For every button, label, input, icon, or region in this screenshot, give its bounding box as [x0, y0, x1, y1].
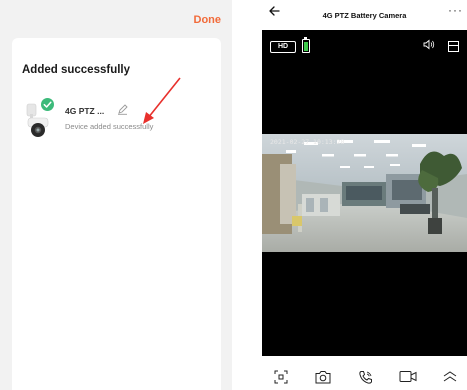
- success-check-icon: [41, 98, 54, 111]
- video-record-icon[interactable]: [399, 370, 417, 383]
- battery-icon: [302, 37, 310, 53]
- fullscreen-icon[interactable]: [274, 370, 288, 384]
- done-button[interactable]: Done: [194, 14, 222, 26]
- office-camera-view: [262, 134, 467, 252]
- video-timestamp: 2021-02-27 10:13:28: [270, 138, 345, 146]
- edit-pencil-icon[interactable]: [117, 104, 128, 115]
- device-name: 4G PTZ ...: [65, 106, 105, 116]
- added-title: Added successfully: [22, 64, 131, 76]
- camera-live-screen: 4G PTZ Battery Camera ··· HD 2021-02-27 …: [262, 0, 467, 390]
- control-bar: [262, 356, 467, 390]
- result-card: Added successfully 4G PTZ ... Device add…: [12, 38, 221, 390]
- phone-icon[interactable]: [358, 370, 373, 385]
- hd-button[interactable]: HD: [270, 41, 296, 53]
- speaker-icon[interactable]: [423, 39, 435, 50]
- camera-icon[interactable]: [315, 370, 331, 384]
- top-bar: 4G PTZ Battery Camera ···: [262, 0, 467, 30]
- expand-up-icon[interactable]: [442, 370, 458, 383]
- more-icon[interactable]: ···: [448, 3, 463, 17]
- layout-icon[interactable]: [448, 41, 459, 52]
- camera-title: 4G PTZ Battery Camera: [322, 11, 407, 20]
- live-video[interactable]: HD 2021-02-27 10:13:28: [262, 30, 467, 356]
- add-device-screen: Done Added successfully 4G PTZ ... Devic…: [0, 0, 232, 390]
- annotation-arrow-icon: [143, 77, 181, 124]
